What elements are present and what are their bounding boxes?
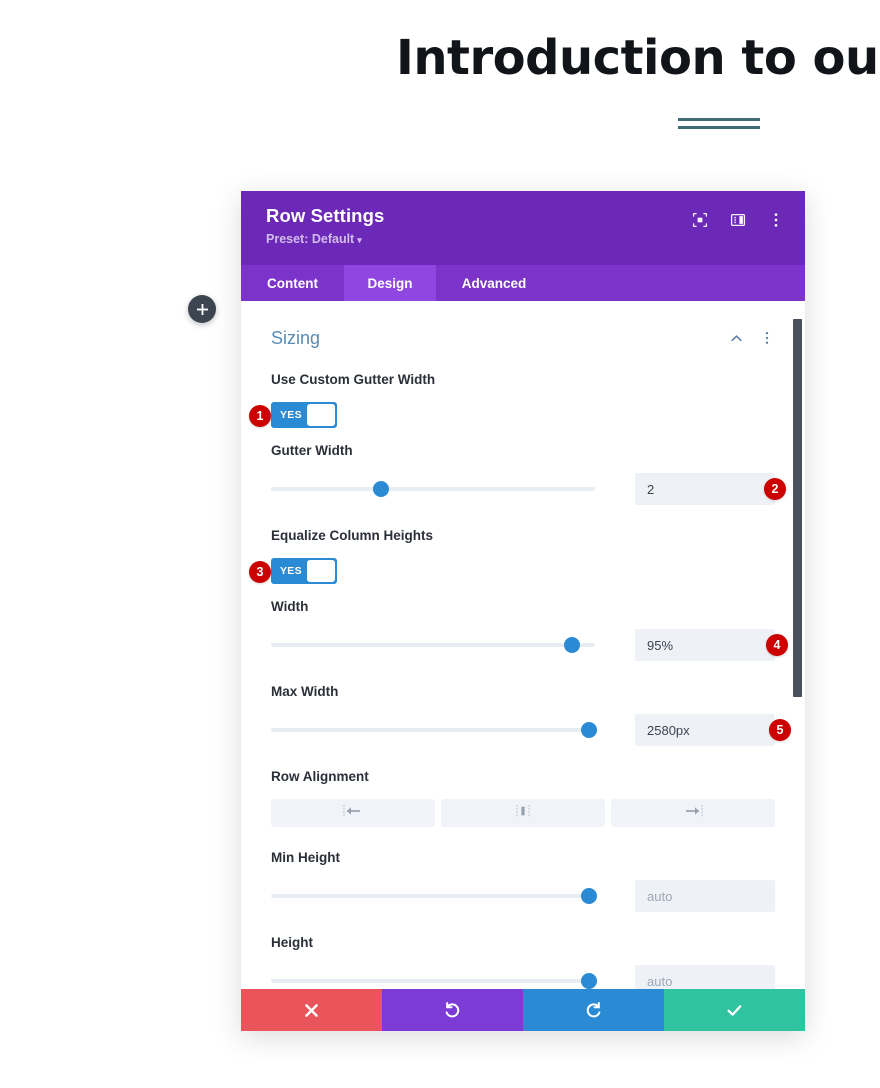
row-alignment-group — [271, 799, 775, 827]
toggle-use-custom-gutter-width[interactable]: YES — [271, 402, 337, 428]
row-settings-modal: Row Settings Preset: Default ▾ Content D… — [241, 191, 805, 1031]
field-gutter-width: Gutter Width 2 2 — [271, 442, 786, 505]
input-min-height[interactable]: auto — [635, 880, 775, 912]
tab-design[interactable]: Design — [344, 265, 436, 301]
toggle-label: YES — [280, 565, 302, 577]
modal-scrollbar[interactable] — [793, 301, 802, 989]
preset-selector[interactable]: Preset: Default ▾ — [266, 231, 362, 248]
undo-icon — [443, 1001, 462, 1020]
slider-gutter-width[interactable] — [271, 481, 595, 497]
slider-knob[interactable] — [580, 973, 597, 989]
save-button[interactable] — [664, 989, 805, 1031]
align-right-button[interactable] — [611, 799, 775, 827]
more-vertical-icon[interactable] — [767, 211, 785, 229]
align-right-icon — [682, 804, 704, 823]
undo-button[interactable] — [382, 989, 523, 1031]
slider-track — [271, 894, 595, 898]
section-tools — [728, 330, 775, 346]
field-use-custom-gutter-width: Use Custom Gutter Width 1 YES — [249, 371, 775, 428]
step-badge-4: 4 — [766, 634, 788, 656]
step-badge-2: 2 — [764, 478, 786, 500]
align-center-icon — [512, 804, 534, 823]
section-header-sizing: Sizing — [271, 327, 775, 349]
section-title: Sizing — [271, 328, 321, 348]
input-max-width[interactable]: 2580px — [635, 714, 775, 746]
field-row-alignment: Row Alignment — [271, 768, 775, 827]
input-gutter-width[interactable]: 2 — [635, 473, 775, 505]
slider-track — [271, 979, 595, 983]
align-center-button[interactable] — [441, 799, 605, 827]
field-label: Use Custom Gutter Width — [271, 372, 436, 387]
redo-button[interactable] — [523, 989, 664, 1031]
tab-content[interactable]: Content — [241, 265, 344, 301]
field-height: Height auto — [271, 934, 775, 989]
slider-track — [271, 487, 595, 491]
modal-body: Sizing Use Custom Gutter Width 1 YES Gut… — [241, 301, 805, 989]
tab-advanced[interactable]: Advanced — [436, 265, 552, 301]
layout-panel-icon[interactable] — [729, 211, 747, 229]
toggle-equalize-column-heights[interactable]: YES — [271, 558, 337, 584]
page-root: Introduction to our c Row Settings Prese… — [0, 0, 880, 1088]
plus-icon — [196, 303, 209, 316]
modal-tabs: Content Design Advanced — [241, 265, 805, 301]
field-width: Width 95% 4 — [271, 598, 788, 661]
scrollbar-thumb[interactable] — [793, 319, 802, 697]
slider-height[interactable] — [271, 973, 597, 989]
check-icon — [725, 1001, 744, 1020]
preset-label: Preset: Default — [266, 232, 355, 246]
redo-icon — [584, 1001, 603, 1020]
slider-track — [271, 643, 595, 647]
close-icon — [303, 1002, 320, 1019]
field-equalize-column-heights: Equalize Column Heights 3 YES — [249, 527, 775, 584]
more-vertical-icon[interactable] — [759, 330, 775, 346]
toggle-label: YES — [280, 409, 302, 421]
field-label: Gutter Width — [271, 443, 353, 458]
step-badge-3: 3 — [249, 561, 271, 583]
slider-track — [271, 728, 595, 732]
modal-footer — [241, 989, 805, 1031]
field-label: Row Alignment — [271, 769, 369, 784]
align-left-button[interactable] — [271, 799, 435, 827]
field-min-height: Min Height auto — [271, 849, 775, 912]
slider-knob[interactable] — [580, 722, 597, 738]
field-label: Max Width — [271, 684, 339, 699]
slider-max-width[interactable] — [271, 722, 597, 738]
page-title: Introduction to our c — [396, 30, 880, 86]
input-width[interactable]: 95% — [635, 629, 775, 661]
settings-form: Sizing Use Custom Gutter Width 1 YES Gut… — [241, 301, 805, 989]
field-label: Min Height — [271, 850, 340, 865]
modal-header: Row Settings Preset: Default ▾ — [241, 191, 805, 265]
chevron-up-icon[interactable] — [728, 330, 744, 346]
slider-knob[interactable] — [373, 481, 390, 497]
chevron-down-icon: ▾ — [357, 234, 362, 245]
slider-knob[interactable] — [580, 888, 597, 904]
slider-knob[interactable] — [564, 637, 581, 653]
slider-width[interactable] — [271, 637, 595, 653]
add-section-button[interactable] — [188, 295, 216, 323]
modal-title: Row Settings — [266, 205, 385, 226]
input-height[interactable]: auto — [635, 965, 775, 989]
field-label: Height — [271, 935, 313, 950]
field-label: Equalize Column Heights — [271, 528, 434, 543]
modal-header-text: Row Settings Preset: Default ▾ — [266, 205, 384, 248]
step-badge-5: 5 — [769, 719, 791, 741]
toggle-knob — [306, 560, 335, 582]
modal-header-icons — [691, 205, 785, 229]
slider-min-height[interactable] — [271, 888, 597, 904]
focus-target-icon[interactable] — [691, 211, 709, 229]
cancel-button[interactable] — [241, 989, 382, 1031]
toggle-knob — [306, 404, 335, 426]
step-badge-1: 1 — [249, 405, 271, 427]
field-max-width: Max Width 2580px 5 — [271, 683, 791, 746]
heading-divider — [678, 118, 760, 131]
align-left-icon — [342, 804, 364, 823]
field-label: Width — [271, 599, 309, 614]
